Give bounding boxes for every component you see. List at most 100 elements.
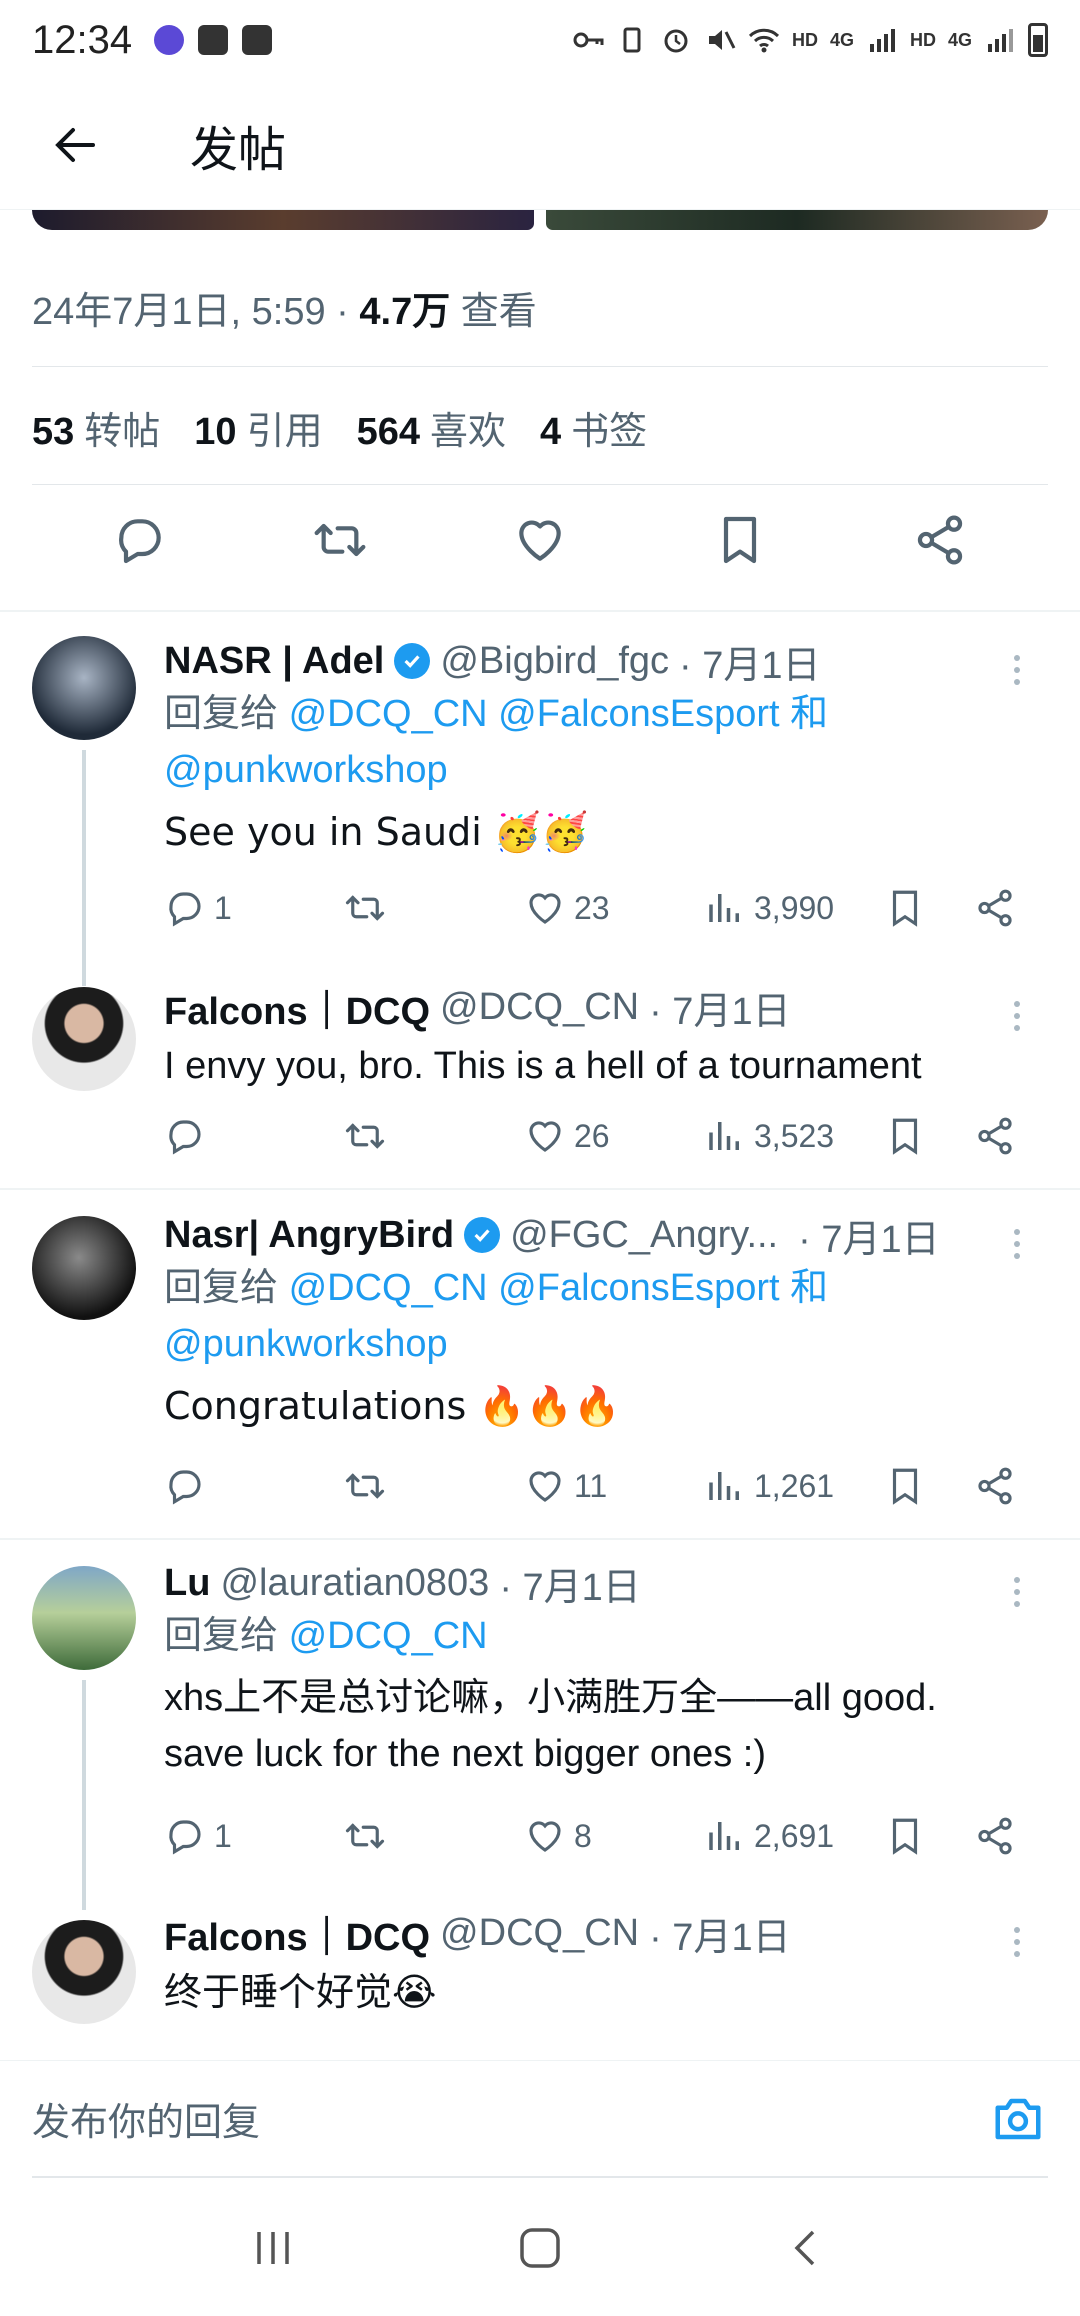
more-options-button[interactable] bbox=[1002, 996, 1032, 1036]
reply-views-button[interactable]: 3,990 bbox=[704, 887, 884, 929]
bookmark-icon bbox=[723, 516, 757, 564]
verified-badge-icon bbox=[394, 643, 431, 679]
comment-icon bbox=[169, 1120, 201, 1155]
avatar[interactable] bbox=[32, 987, 136, 1091]
back-arrow-icon bbox=[55, 127, 95, 162]
signal-icon-2 bbox=[988, 29, 1013, 52]
share-icon bbox=[978, 1817, 1012, 1855]
app-notification-icon bbox=[154, 25, 185, 55]
reply-like-button[interactable]: 11 bbox=[524, 1465, 704, 1507]
avatar[interactable] bbox=[32, 636, 136, 740]
back-button[interactable] bbox=[0, 80, 150, 210]
reply-author-handle[interactable]: @FGC_Angry... bbox=[510, 1214, 778, 1257]
reply-author-name[interactable]: NASR | Adel bbox=[164, 640, 384, 683]
alarm-icon bbox=[664, 29, 688, 53]
bookmark-button[interactable] bbox=[710, 510, 770, 570]
more-options-button[interactable] bbox=[1002, 650, 1032, 690]
reply-date: · 7月1日 bbox=[649, 1916, 791, 1959]
reply-comment-button[interactable]: 1 bbox=[164, 1815, 344, 1857]
reply-text: xhs上不是总讨论嘛，小满胜万全——all good. save luck for… bbox=[164, 1677, 937, 1775]
reply-share-button[interactable] bbox=[974, 887, 1016, 929]
status-time: 12:34 bbox=[32, 17, 133, 62]
repost-button[interactable] bbox=[310, 510, 370, 570]
reply-bookmark-button[interactable] bbox=[884, 887, 974, 929]
reply-repost-button[interactable] bbox=[344, 1815, 524, 1857]
post-media[interactable] bbox=[32, 210, 1048, 230]
reply-input[interactable]: 发布你的回复 bbox=[32, 2091, 988, 2146]
reply-like-button[interactable]: 26 bbox=[524, 1115, 704, 1157]
reply-author-name[interactable]: Lu bbox=[164, 1562, 210, 1605]
top-bar: 发帖 bbox=[0, 80, 1080, 210]
comment-icon bbox=[119, 519, 161, 564]
key-icon bbox=[573, 32, 604, 48]
avatar[interactable] bbox=[32, 1920, 136, 2024]
reply-share-button[interactable] bbox=[974, 1815, 1016, 1857]
mention-link[interactable]: @punkworkshop bbox=[164, 1323, 448, 1365]
more-options-button[interactable] bbox=[1002, 1572, 1032, 1612]
reply-views-button[interactable]: 2,691 bbox=[704, 1815, 884, 1857]
reply-comment-button[interactable] bbox=[164, 1465, 344, 1507]
reply-date: · 7月1日 bbox=[798, 1218, 940, 1261]
reply-repost-button[interactable] bbox=[344, 1115, 524, 1157]
camera-icon bbox=[995, 2098, 1041, 2139]
reply-actions: 1 8 2,691 bbox=[164, 1806, 1048, 1866]
reply-share-button[interactable] bbox=[974, 1115, 1016, 1157]
bookmark-icon bbox=[892, 1118, 918, 1155]
divider bbox=[0, 610, 1080, 612]
comment-count: 1 bbox=[214, 889, 232, 926]
mention-link[interactable]: @DCQ_CN @FalconsEsport bbox=[289, 1267, 780, 1309]
reply-views-button[interactable]: 1,261 bbox=[704, 1465, 884, 1507]
avatar[interactable] bbox=[32, 1216, 136, 1320]
mention-link[interactable]: @DCQ_CN bbox=[289, 1615, 488, 1657]
reply-button[interactable] bbox=[110, 510, 170, 570]
reply-composer[interactable]: 发布你的回复 bbox=[0, 2060, 1080, 2176]
stat-reposts[interactable]: 53 转帖 bbox=[32, 400, 160, 455]
reply-like-button[interactable]: 23 bbox=[524, 887, 704, 929]
system-back-button[interactable] bbox=[767, 2208, 847, 2288]
reply-bookmark-button[interactable] bbox=[884, 1115, 974, 1157]
share-button[interactable] bbox=[910, 510, 970, 570]
status-bar: 12:34 HD 4G HD 4G bbox=[0, 0, 1080, 80]
reply-author-handle[interactable]: @DCQ_CN bbox=[440, 1912, 639, 1955]
reply-author-handle[interactable]: @Bigbird_fgc bbox=[440, 640, 669, 683]
reply-author-name[interactable]: Nasr| AngryBird bbox=[164, 1214, 454, 1257]
divider bbox=[0, 1188, 1080, 1190]
reply-bookmark-button[interactable] bbox=[884, 1815, 974, 1857]
media-image-2[interactable] bbox=[546, 210, 1048, 230]
post-meta: 24年7月1日, 5:59 · 4.7万 查看 bbox=[32, 280, 537, 335]
media-image-1[interactable] bbox=[32, 210, 534, 230]
stat-bookmarks[interactable]: 4 书签 bbox=[540, 400, 647, 455]
more-options-button[interactable] bbox=[1002, 1224, 1032, 1264]
stat-likes[interactable]: 564 喜欢 bbox=[357, 400, 506, 455]
more-options-button[interactable] bbox=[1002, 1922, 1032, 1962]
repost-icon bbox=[345, 1473, 385, 1499]
mention-link[interactable]: @punkworkshop bbox=[164, 749, 448, 791]
repost-icon bbox=[314, 523, 366, 557]
home-button[interactable] bbox=[500, 2208, 580, 2288]
reply-text: I envy you, bro. This is a hell of a tou… bbox=[164, 1045, 922, 1087]
avatar[interactable] bbox=[32, 1566, 136, 1670]
reply-comment-button[interactable]: 1 bbox=[164, 887, 344, 929]
camera-button[interactable] bbox=[988, 2089, 1048, 2149]
reply-share-button[interactable] bbox=[974, 1465, 1016, 1507]
heart-icon bbox=[529, 1821, 561, 1852]
like-button[interactable] bbox=[510, 510, 570, 570]
recents-button[interactable] bbox=[233, 2208, 313, 2288]
mention-link[interactable]: @DCQ_CN @FalconsEsport bbox=[289, 693, 780, 735]
heart-icon bbox=[529, 1121, 561, 1152]
reply-like-button[interactable]: 8 bbox=[524, 1815, 704, 1857]
share-icon bbox=[978, 1467, 1012, 1505]
stat-quotes[interactable]: 10 引用 bbox=[194, 400, 322, 455]
reply-date: · 7月1日 bbox=[499, 1566, 641, 1609]
reply-repost-button[interactable] bbox=[344, 887, 524, 929]
view-count: 2,691 bbox=[754, 1817, 835, 1854]
reply-bookmark-button[interactable] bbox=[884, 1465, 974, 1507]
reply-author-handle[interactable]: @lauratian0803 bbox=[220, 1562, 489, 1605]
reply-author-name[interactable]: Falcons｜DCQ bbox=[164, 1906, 430, 1961]
reply-repost-button[interactable] bbox=[344, 1465, 524, 1507]
reply-views-button[interactable]: 3,523 bbox=[704, 1115, 884, 1157]
reply-author-name[interactable]: Falcons｜DCQ bbox=[164, 980, 430, 1035]
reply-author-handle[interactable]: @DCQ_CN bbox=[440, 986, 639, 1029]
reply-comment-button[interactable] bbox=[164, 1115, 344, 1157]
heart-icon bbox=[519, 520, 561, 561]
